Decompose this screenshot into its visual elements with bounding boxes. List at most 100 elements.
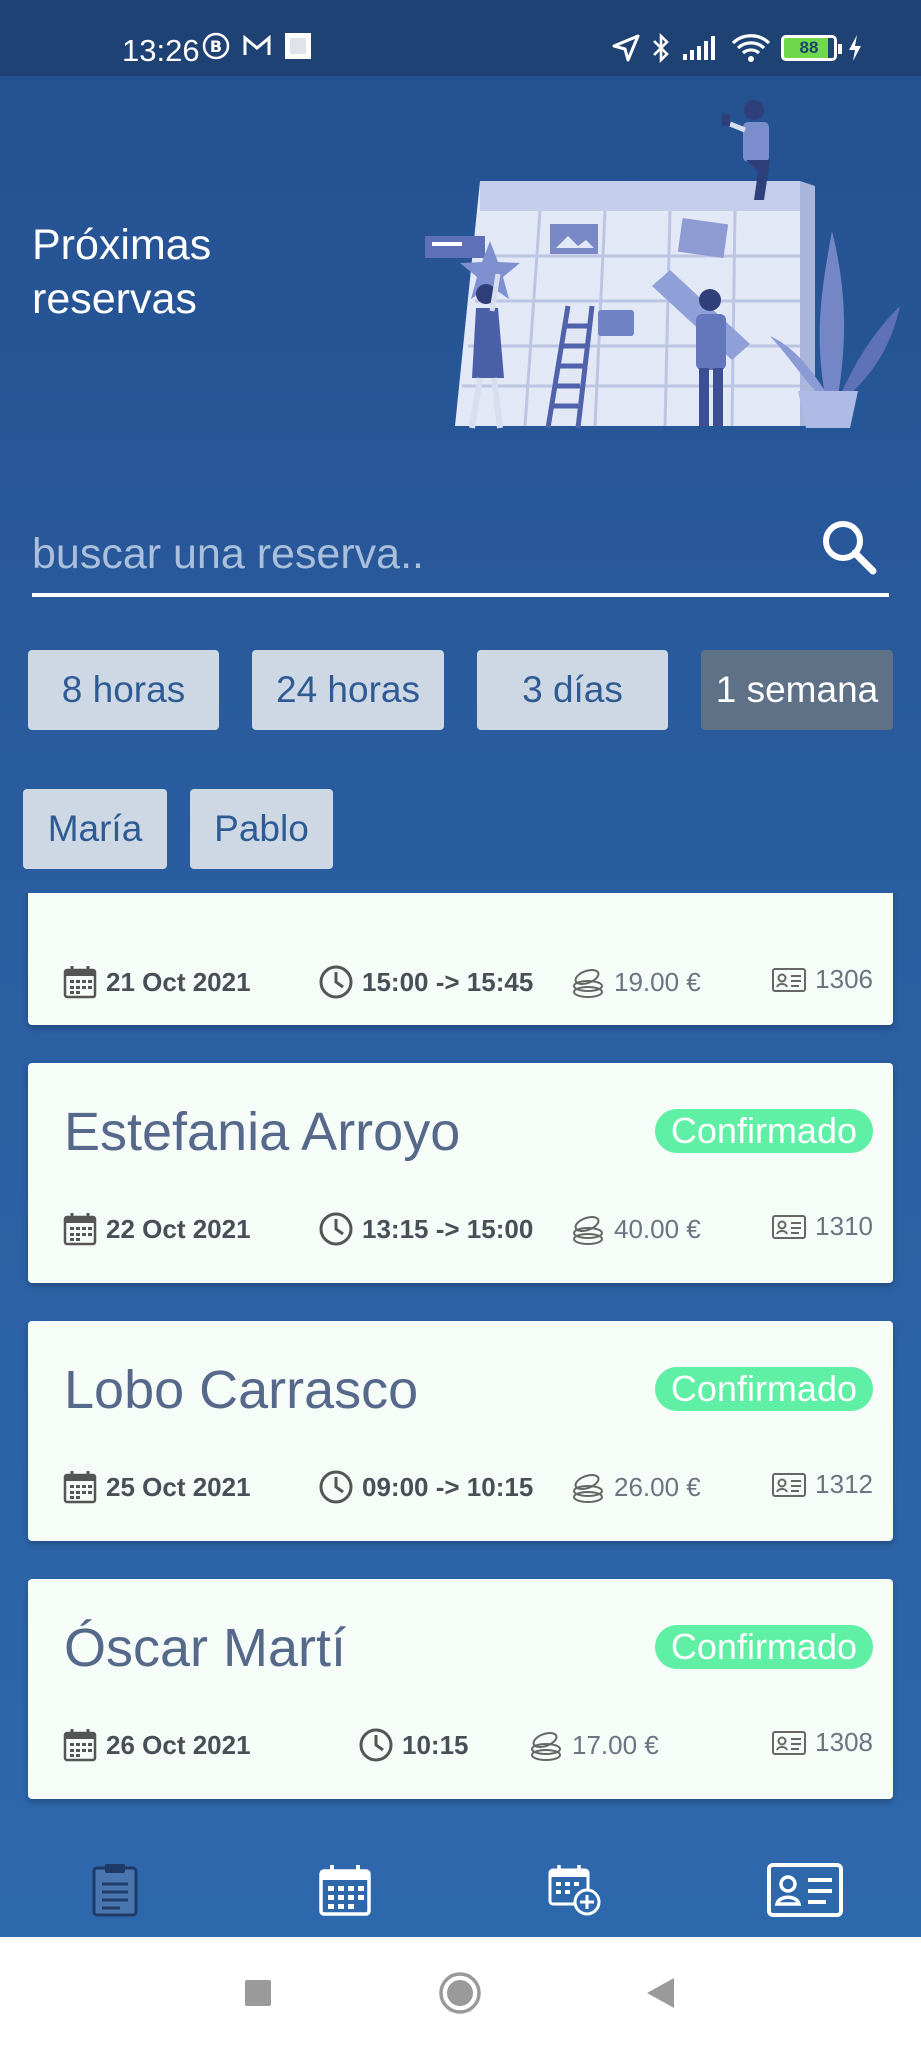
id-text: 1308 [815, 1727, 873, 1757]
recent-apps-button[interactable] [232, 1967, 284, 2019]
reservation-id: 1308 [771, 1727, 873, 1758]
coins-icon [573, 1474, 603, 1503]
filter-24-horas[interactable]: 24 horas [252, 650, 444, 730]
price-text: 19.00 € [614, 966, 701, 997]
calendar-icon [63, 966, 97, 999]
circle-icon [439, 1972, 481, 2014]
search-icon[interactable] [817, 515, 881, 579]
price-text: 40.00 € [614, 1213, 701, 1244]
status-badge: Confirmado [654, 1109, 873, 1153]
date-text: 26 Oct 2021 [106, 1729, 251, 1760]
reservation-time: 09:00 -> 10:15 [318, 1469, 533, 1505]
b-app-icon: B [202, 32, 230, 60]
calendar-icon [63, 1729, 97, 1762]
search-input[interactable] [32, 519, 792, 589]
nav-clients[interactable] [765, 1850, 845, 1930]
price-text: 26.00 € [614, 1471, 701, 1502]
date-text: 21 Oct 2021 [106, 966, 251, 997]
reservation-list: 21 Oct 2021 15:00 -> 15:45 19.00 € 1306 … [0, 893, 921, 1828]
reservation-date: 25 Oct 2021 [62, 1469, 251, 1505]
battery-level: 88 [799, 38, 819, 57]
client-name: Lobo Carrasco [64, 1360, 419, 1420]
reservation-id: 1306 [771, 964, 873, 995]
nav-calendar[interactable] [305, 1850, 385, 1930]
time-text: 15:00 -> 15:45 [362, 966, 534, 997]
reservation-time: 13:15 -> 15:00 [318, 1211, 533, 1247]
clock-icon [319, 1212, 353, 1246]
time-text: 10:15 [402, 1729, 469, 1760]
client-name: Óscar Martí [64, 1618, 347, 1678]
back-button[interactable] [634, 1967, 686, 2019]
id-card-icon [772, 1214, 807, 1239]
wifi-icon [731, 34, 771, 62]
clock-icon [319, 965, 353, 999]
system-navigation-bar [0, 1937, 921, 2048]
status-badge: Confirmado [654, 1367, 873, 1411]
calendar-illustration [425, 100, 900, 429]
gmail-icon [243, 34, 271, 55]
status-badge: Confirmado [654, 1625, 873, 1669]
id-card-icon [772, 967, 807, 992]
reservation-id: 1312 [771, 1469, 873, 1500]
id-card-icon [767, 1863, 843, 1917]
reservation-date: 26 Oct 2021 [62, 1727, 251, 1763]
page-title: Próximas reservas [32, 221, 212, 323]
calendar-icon [319, 1865, 371, 1916]
nav-new-reservation[interactable] [535, 1850, 615, 1930]
status-left-icons: B [202, 32, 312, 60]
home-button[interactable] [434, 1967, 486, 2019]
id-text: 1306 [815, 964, 873, 994]
reservation-id: 1310 [771, 1211, 873, 1242]
bottom-nav [0, 1840, 921, 1938]
calendar-icon [63, 1213, 97, 1246]
filter-staff-maria[interactable]: María [23, 789, 167, 869]
reservation-card[interactable]: Óscar Martí Confirmado 26 Oct 2021 10:15… [28, 1579, 893, 1799]
reservation-card[interactable]: 21 Oct 2021 15:00 -> 15:45 19.00 € 1306 [28, 893, 893, 1025]
status-bar: 13:26 B 88 [0, 0, 921, 76]
reservation-price: 40.00 € [570, 1211, 701, 1247]
coins-icon [531, 1732, 561, 1761]
coins-icon [573, 1216, 603, 1245]
date-text: 22 Oct 2021 [106, 1213, 251, 1244]
calendar-icon [63, 1471, 97, 1504]
reservation-price: 19.00 € [570, 964, 701, 1000]
filter-staff-pablo[interactable]: Pablo [190, 789, 333, 869]
reservation-card[interactable]: Estefania Arroyo Confirmado 22 Oct 2021 … [28, 1063, 893, 1283]
nav-clipboard[interactable] [75, 1850, 155, 1930]
reservation-price: 17.00 € [528, 1727, 659, 1763]
id-text: 1310 [815, 1211, 873, 1241]
calendar-add-icon [548, 1865, 601, 1916]
time-text: 09:00 -> 10:15 [362, 1471, 534, 1502]
battery-icon: 88 [781, 35, 842, 61]
filter-1-semana[interactable]: 1 semana [701, 650, 893, 730]
filter-3-dias[interactable]: 3 días [477, 650, 668, 730]
coins-icon [573, 969, 603, 998]
reservation-date: 21 Oct 2021 [62, 964, 251, 1000]
time-text: 13:15 -> 15:00 [362, 1213, 534, 1244]
clock-icon [359, 1728, 393, 1762]
square-icon [245, 1980, 271, 2006]
status-time: 13:26 [122, 33, 200, 68]
clock-icon [319, 1470, 353, 1504]
clipboard-icon [92, 1864, 138, 1917]
svg-text:B: B [210, 37, 222, 56]
id-card-icon [772, 1730, 807, 1755]
search-bar [32, 505, 889, 597]
reservation-time: 15:00 -> 15:45 [318, 964, 533, 1000]
status-right-icons: 88 [611, 32, 863, 64]
id-card-icon [772, 1472, 807, 1497]
back-triangle-icon [647, 1978, 674, 2008]
reservation-date: 22 Oct 2021 [62, 1211, 251, 1247]
charging-icon [849, 35, 861, 61]
location-icon [612, 34, 640, 62]
date-text: 25 Oct 2021 [106, 1471, 251, 1502]
signal-icon [683, 36, 715, 60]
id-text: 1312 [815, 1469, 873, 1499]
price-text: 17.00 € [572, 1729, 659, 1760]
image-notification-icon [285, 33, 311, 59]
reservation-card[interactable]: Lobo Carrasco Confirmado 25 Oct 2021 09:… [28, 1321, 893, 1541]
client-name: Estefania Arroyo [64, 1102, 461, 1162]
bluetooth-icon [653, 32, 669, 64]
filter-8-horas[interactable]: 8 horas [28, 650, 219, 730]
reservation-time: 10:15 [358, 1727, 469, 1763]
